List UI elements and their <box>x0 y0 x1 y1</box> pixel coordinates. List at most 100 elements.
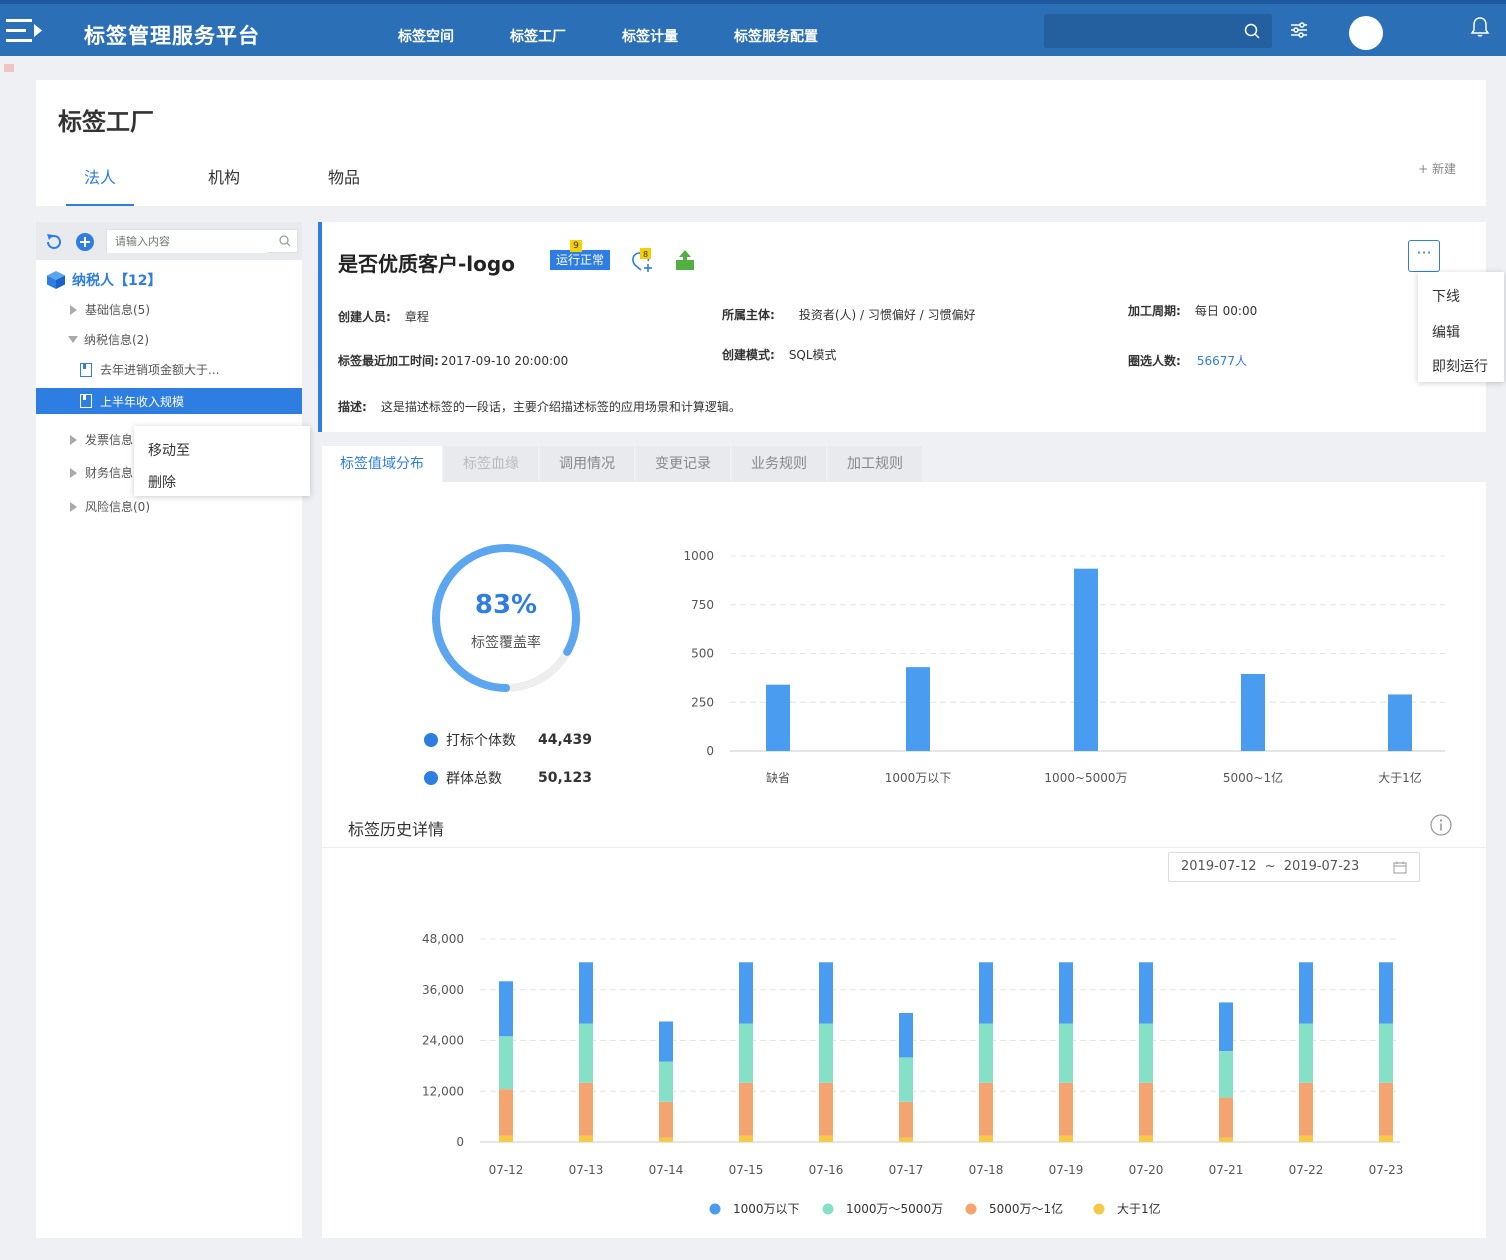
stacked-bar-segment <box>899 1013 913 1058</box>
status-count: 9 <box>570 240 582 252</box>
actions-dropdown: 下线 编辑 即刻运行 <box>1418 272 1504 382</box>
action-edit[interactable]: 编辑 <box>1432 322 1460 342</box>
subject-value: 投资者(人) / 习惯偏好 / 习惯偏好 <box>798 308 976 322</box>
legend-marker <box>822 1203 834 1215</box>
history-title: 标签历史详情 <box>348 820 445 839</box>
add-follow-icon[interactable]: 8 <box>628 248 658 274</box>
stacked-bar-segment <box>739 962 753 1024</box>
tab-processing-rules[interactable]: 加工规则 <box>828 446 922 482</box>
x-tick-label: 07-16 <box>809 1163 844 1177</box>
bar <box>1074 568 1098 751</box>
tree-item-label: 风险信息(0) <box>85 500 150 514</box>
sidebar-search-input[interactable] <box>107 230 267 253</box>
avatar[interactable] <box>1349 16 1383 50</box>
x-tick-label: 07-14 <box>649 1163 684 1177</box>
tab-change-log[interactable]: 变更记录 <box>636 446 730 482</box>
stacked-bar-segment <box>899 1057 913 1102</box>
x-tick-label: 07-21 <box>1209 1163 1244 1177</box>
info-icon[interactable] <box>1430 814 1452 836</box>
stacked-bar-segment <box>1379 962 1393 1024</box>
stat-name: 群体总数 <box>446 771 502 787</box>
stacked-bar-segment <box>979 1023 993 1083</box>
stacked-bar-segment <box>1219 1002 1233 1052</box>
tab-legal-person[interactable]: 法人 <box>66 166 134 206</box>
creator-label: 创建人员: <box>338 310 391 324</box>
count-field: 圈选人数: 56677人 <box>1128 352 1247 369</box>
top-search-input[interactable] <box>1044 14 1272 48</box>
legend-dot <box>424 771 438 785</box>
menu-icon[interactable] <box>6 16 44 46</box>
context-menu-delete[interactable]: 删除 <box>148 472 176 492</box>
stacked-bar-segment <box>499 1036 513 1090</box>
y-tick-label: 36,000 <box>422 983 464 997</box>
legend-label: 1000万以下 <box>733 1202 800 1216</box>
search-icon[interactable] <box>1244 23 1260 39</box>
x-tick-label: 缺省 <box>766 770 790 785</box>
filter-settings-icon[interactable] <box>1290 22 1308 38</box>
stacked-bar-segment <box>899 1137 913 1142</box>
x-tick-label: 07-19 <box>1049 1163 1084 1177</box>
tree-item-label: 纳税信息(2) <box>84 333 149 347</box>
tab-business-rules[interactable]: 业务规则 <box>732 446 826 482</box>
nav-item-tag-metering[interactable]: 标签计量 <box>622 26 678 46</box>
refresh-icon[interactable] <box>44 232 64 252</box>
stat-tagged-count: 打标个体数 44,439 <box>424 730 592 750</box>
tree-item-label: 上半年收入规模 <box>100 394 185 409</box>
sidebar-toolbar <box>36 222 302 260</box>
category-sidebar: 纳税人【12】 基础信息(5) 纳税信息(2) 去年进销项金额大于... 上半年… <box>36 222 302 1238</box>
tree-leaf-selected[interactable]: 上半年收入规模 <box>36 388 302 414</box>
count-value[interactable]: 56677人 <box>1197 354 1247 368</box>
tree-item-label: 发票信息 <box>85 433 134 447</box>
tab-item[interactable]: 物品 <box>284 166 404 206</box>
page-header: 标签工厂 法人 机构 物品 + 新建 <box>36 80 1486 206</box>
stacked-bar-segment <box>1219 1051 1233 1098</box>
tree-item[interactable]: 纳税信息(2) <box>68 331 149 348</box>
y-tick-label: 0 <box>456 1135 464 1149</box>
more-actions-button[interactable]: ··· <box>1408 240 1440 272</box>
action-offline[interactable]: 下线 <box>1432 286 1460 306</box>
stacked-bar-segment <box>1059 1135 1073 1142</box>
cycle-field: 加工周期: 每日 00:00 <box>1128 302 1257 319</box>
top-nav: 标签空间 标签工厂 标签计量 标签服务配置 <box>398 26 874 46</box>
new-button[interactable]: + 新建 <box>1418 160 1456 177</box>
tree-item[interactable]: 风险信息(0) <box>70 498 150 515</box>
stacked-bar-segment <box>899 1101 913 1138</box>
context-menu-move[interactable]: 移动至 <box>148 440 190 460</box>
tree-item[interactable]: 基础信息(5) <box>70 301 150 318</box>
desc-value: 这是描述标签的一段话，主要介绍描述标签的应用场景和计算逻辑。 <box>380 400 741 414</box>
status-badge: 运行正常 9 <box>550 240 611 270</box>
tree-root[interactable]: 纳税人【12】 <box>46 270 161 290</box>
stat-value: 44,439 <box>538 732 593 748</box>
tab-organization[interactable]: 机构 <box>164 166 284 206</box>
tree-item[interactable]: 财务信息 <box>70 464 133 481</box>
tab-value-distribution[interactable]: 标签值域分布 <box>322 446 442 482</box>
x-tick-label: 大于1亿 <box>1378 770 1422 785</box>
bar <box>766 684 790 751</box>
nav-item-tag-service-config[interactable]: 标签服务配置 <box>734 26 818 46</box>
bell-icon[interactable] <box>1470 16 1490 38</box>
y-tick-label: 1000 <box>683 549 714 563</box>
stacked-bar-segment <box>979 962 993 1024</box>
search-icon[interactable] <box>279 235 291 247</box>
y-tick-label: 500 <box>691 647 714 661</box>
legend-dot <box>424 733 438 747</box>
y-tick-label: 24,000 <box>422 1034 464 1048</box>
nav-item-tag-space[interactable]: 标签空间 <box>398 26 454 46</box>
caret-right-icon <box>70 304 77 315</box>
tab-lineage[interactable]: 标签血缘 <box>444 446 538 482</box>
last-time-label: 标签最近加工时间: <box>338 354 439 368</box>
stacked-bar-segment <box>659 1021 673 1062</box>
date-range-picker[interactable]: 2019-07-12 ~ 2019-07-23 <box>1168 852 1420 882</box>
add-circle-icon[interactable] <box>76 233 94 251</box>
tree-item[interactable]: 发票信息 <box>70 431 133 448</box>
tree-leaf[interactable]: 去年进销项金额大于... <box>80 361 219 378</box>
sidebar-search[interactable] <box>106 229 298 253</box>
tab-usage[interactable]: 调用情况 <box>540 446 634 482</box>
x-tick-label: 07-17 <box>889 1163 924 1177</box>
export-icon[interactable] <box>674 248 696 272</box>
calendar-icon <box>1393 861 1407 874</box>
action-run-now[interactable]: 即刻运行 <box>1432 356 1488 376</box>
top-bar: 标签管理服务平台 标签空间 标签工厂 标签计量 标签服务配置 <box>0 0 1506 56</box>
stacked-bar-segment <box>739 1023 753 1083</box>
nav-item-tag-factory[interactable]: 标签工厂 <box>510 26 566 46</box>
